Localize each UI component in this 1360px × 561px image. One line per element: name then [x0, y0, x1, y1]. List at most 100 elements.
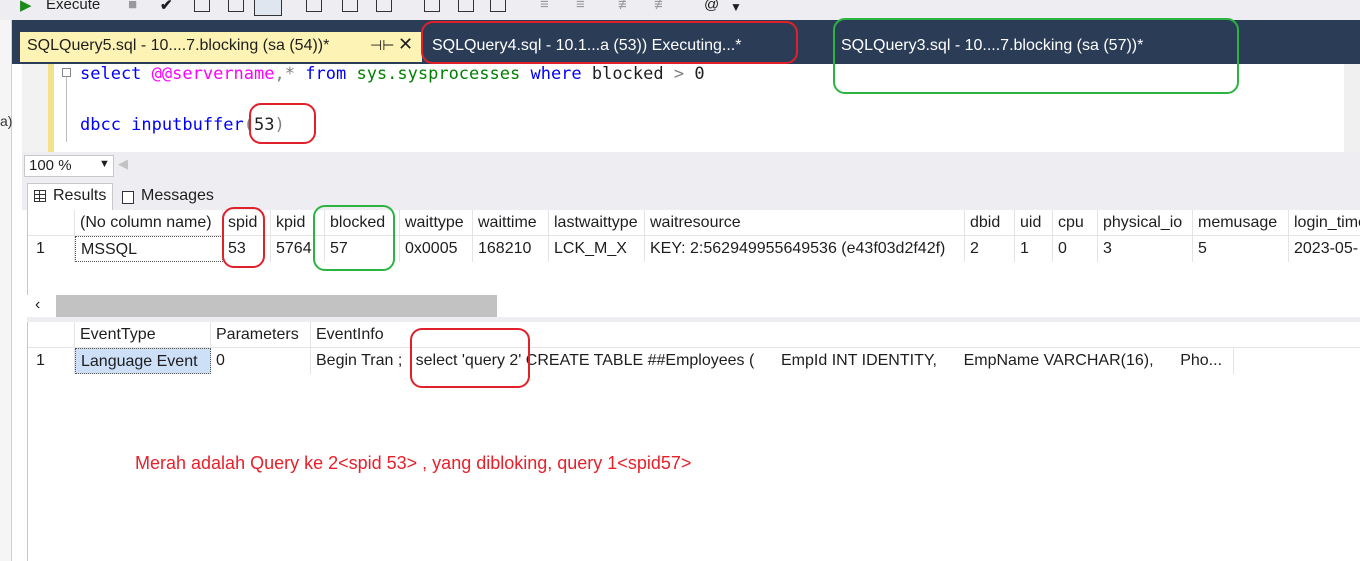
col-header[interactable]: login_time	[1289, 210, 1360, 236]
col-header[interactable]: spid	[223, 210, 271, 236]
col-header[interactable]: EventType	[75, 322, 211, 348]
close-paren: )	[274, 115, 285, 135]
tab-messages-label: Messages	[141, 187, 214, 204]
results-grid-1: (No column name) spid kpid blocked waitt…	[27, 210, 1360, 295]
grid-header: (No column name) spid kpid blocked waitt…	[28, 210, 1360, 236]
cell-eventtype[interactable]: Language Event	[75, 348, 211, 374]
kw-where: where	[530, 64, 582, 84]
value-zero: 0	[694, 64, 705, 84]
kw-select: select	[80, 64, 142, 84]
decrease-indent-icon[interactable]: ≢	[618, 0, 633, 14]
eventinfo-create-table: CREATE TABLE ##Employees ( EmpId INT IDE…	[525, 352, 1223, 369]
tab-sqlquery5[interactable]: SQLQuery5.sql - 10....7.blocking (sa (54…	[20, 32, 422, 62]
col-header[interactable]: Parameters	[211, 322, 311, 348]
cell[interactable]: KEY: 2:562949955649536 (e43f03d2f42f)	[645, 236, 965, 262]
scrollbar-thumb[interactable]	[56, 295, 497, 317]
results-text-icon[interactable]	[376, 0, 392, 12]
parse-icon[interactable]: ✔	[160, 0, 173, 14]
zoom-dropdown[interactable]: 100 % ▼	[24, 155, 114, 177]
increase-indent-icon[interactable]: ≢	[654, 0, 669, 14]
editor-gutter	[22, 64, 48, 152]
col-header[interactable]: lastwaittype	[549, 210, 645, 236]
editor-scrollbar[interactable]	[1344, 64, 1360, 152]
uncomment-icon[interactable]	[490, 0, 506, 12]
messages-icon	[122, 191, 134, 204]
cell[interactable]: 1	[1015, 236, 1053, 262]
code-line-2: dbcc inputbuffer(53)	[80, 115, 285, 135]
pin-icon[interactable]: ⊣⊢	[370, 37, 394, 54]
col-header[interactable]: physical_io	[1098, 210, 1193, 236]
client-stats-icon[interactable]	[342, 0, 358, 12]
col-header[interactable]: EventInfo	[311, 322, 1360, 348]
row-number[interactable]: 1	[28, 236, 75, 262]
var-servername: @@servername	[151, 64, 275, 84]
table-row[interactable]: 1 MSSQL 53 5764 57 0x0005 168210 LCK_M_X…	[28, 236, 1360, 262]
table-name: sys.sysprocesses	[356, 64, 521, 84]
cell-parameters[interactable]: 0	[211, 348, 311, 374]
rownum-header	[28, 322, 75, 348]
col-header[interactable]: uid	[1015, 210, 1053, 236]
comma: ,	[274, 64, 285, 84]
changed-lines-marker	[48, 64, 54, 152]
operator: >	[673, 64, 685, 84]
cell[interactable]: 2023-05-	[1289, 236, 1360, 262]
tab-label: SQLQuery5.sql - 10....7.blocking (sa (54…	[27, 37, 330, 54]
cell[interactable]: 5	[1193, 236, 1289, 262]
table-row[interactable]: 1 Language Event 0 Begin Tran ; select '…	[28, 348, 1360, 374]
cell[interactable]: 3	[1098, 236, 1193, 262]
collapse-icon[interactable]	[62, 68, 71, 77]
include-plan-icon[interactable]	[306, 0, 322, 12]
debug-icon[interactable]	[194, 0, 210, 12]
execute-icon[interactable]: ▶	[20, 0, 32, 14]
code-line-1: select @@servername,* from sys.sysproces…	[80, 64, 705, 84]
cell[interactable]: 57	[325, 236, 400, 262]
tab-sqlquery3[interactable]: SQLQuery3.sql - 10....7.blocking (sa (57…	[841, 37, 1143, 55]
kw-dbcc: dbcc inputbuffer	[80, 115, 244, 135]
col-header[interactable]: dbid	[965, 210, 1015, 236]
results-to-grid-icon[interactable]	[254, 0, 282, 16]
zoom-bar	[22, 152, 1360, 180]
cell[interactable]: 168210	[473, 236, 549, 262]
tab-sqlquery4[interactable]: SQLQuery4.sql - 10.1...a (53)) Executing…	[432, 37, 741, 55]
specify-values-icon[interactable]: @	[704, 0, 719, 14]
cell[interactable]: 2	[965, 236, 1015, 262]
cell[interactable]: 0	[1053, 236, 1098, 262]
column-blocked: blocked	[591, 64, 664, 84]
eventinfo-begin-tran: Begin Tran ;	[316, 352, 403, 369]
outline-line	[66, 70, 67, 142]
cell[interactable]: 5764	[271, 236, 325, 262]
left-panel-fragment: a)	[0, 113, 13, 129]
indent-icon[interactable]: ≡	[576, 0, 585, 14]
col-header[interactable]: waittype	[400, 210, 473, 236]
col-header[interactable]: kpid	[271, 210, 325, 236]
cell[interactable]: LCK_M_X	[549, 236, 645, 262]
scroll-left-icon[interactable]: ◀	[118, 156, 128, 172]
chevron-left-icon[interactable]: ‹	[35, 296, 40, 314]
close-icon[interactable]: ✕	[398, 34, 413, 55]
results-file-icon[interactable]	[424, 0, 440, 12]
display-plan-icon[interactable]	[228, 0, 244, 12]
col-header[interactable]: memusage	[1193, 210, 1289, 236]
open-paren: (	[243, 115, 255, 135]
cell[interactable]: 0x0005	[400, 236, 473, 262]
row-number[interactable]: 1	[28, 348, 75, 374]
toolbar-overflow-icon[interactable]: ▼	[730, 0, 742, 18]
stop-icon[interactable]: ■	[128, 0, 137, 14]
zoom-value: 100 %	[29, 157, 72, 174]
cell-eventinfo[interactable]: Begin Tran ; select 'query 2' CREATE TAB…	[311, 348, 1234, 374]
col-header[interactable]: waitresource	[645, 210, 965, 236]
cell[interactable]: 53	[223, 236, 271, 262]
comment-icon[interactable]	[458, 0, 474, 12]
star: *	[284, 64, 295, 84]
col-header[interactable]: waittime	[473, 210, 549, 236]
cell[interactable]: MSSQL	[75, 236, 223, 262]
result-tabs	[22, 180, 1360, 210]
col-header[interactable]: (No column name)	[75, 210, 223, 236]
chevron-down-icon: ▼	[99, 158, 110, 170]
col-header[interactable]: blocked	[325, 210, 400, 236]
tab-results[interactable]: Results	[27, 183, 113, 210]
execute-button[interactable]: Execute	[46, 0, 100, 14]
outdent-icon[interactable]: ≡	[540, 0, 549, 14]
col-header[interactable]: cpu	[1053, 210, 1098, 236]
tab-messages[interactable]: Messages	[116, 185, 216, 210]
